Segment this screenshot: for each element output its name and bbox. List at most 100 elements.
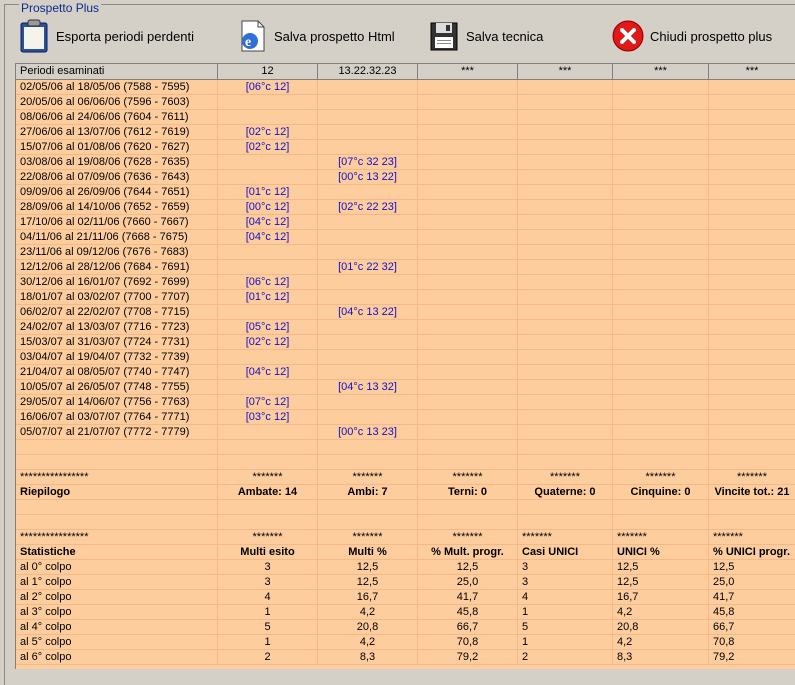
row-label-cell[interactable]: 08/06/06 al 24/06/06 (7604 - 7611) bbox=[16, 110, 218, 125]
row-label-cell[interactable] bbox=[16, 440, 218, 455]
grid-cell[interactable]: 45,8 bbox=[418, 605, 518, 620]
grid-cell[interactable]: 20,8 bbox=[613, 620, 709, 635]
grid-cell[interactable] bbox=[418, 380, 518, 395]
row-label-cell[interactable]: al 3° colpo bbox=[16, 605, 218, 620]
row-label-cell[interactable]: 03/08/06 al 19/08/06 (7628 - 7635) bbox=[16, 155, 218, 170]
column-header[interactable]: *** bbox=[418, 64, 518, 79]
grid-cell[interactable]: [04°c 12] bbox=[218, 215, 318, 230]
row-label-cell[interactable]: 15/07/06 al 01/08/06 (7620 - 7627) bbox=[16, 140, 218, 155]
grid-cell[interactable] bbox=[418, 155, 518, 170]
grid-cell[interactable] bbox=[709, 110, 795, 125]
grid-cell[interactable]: ******* bbox=[418, 530, 518, 545]
grid-cell[interactable] bbox=[418, 185, 518, 200]
grid-cell[interactable] bbox=[518, 410, 613, 425]
grid-cell[interactable]: 66,7 bbox=[418, 620, 518, 635]
row-label-cell[interactable]: 22/08/06 al 07/09/06 (7636 - 7643) bbox=[16, 170, 218, 185]
grid-cell[interactable]: [04°c 13 22] bbox=[318, 305, 418, 320]
grid-cell[interactable] bbox=[418, 305, 518, 320]
grid-cell[interactable]: ******* bbox=[709, 530, 795, 545]
grid-cell[interactable]: 3 bbox=[218, 575, 318, 590]
grid-cell[interactable] bbox=[318, 335, 418, 350]
grid-cell[interactable]: 41,7 bbox=[709, 590, 795, 605]
row-label-cell[interactable]: Riepilogo bbox=[16, 485, 218, 500]
grid-cell[interactable] bbox=[613, 365, 709, 380]
row-label-cell[interactable]: 23/11/06 al 09/12/06 (7676 - 7683) bbox=[16, 245, 218, 260]
grid-cell[interactable] bbox=[218, 305, 318, 320]
grid-cell[interactable]: Multi esito bbox=[218, 545, 318, 560]
grid-cell[interactable]: 1 bbox=[518, 605, 613, 620]
grid-cell[interactable] bbox=[518, 245, 613, 260]
grid-cell[interactable]: [03°c 12] bbox=[218, 410, 318, 425]
grid-cell[interactable]: 12,5 bbox=[613, 575, 709, 590]
grid-cell[interactable] bbox=[318, 455, 418, 470]
column-header[interactable]: *** bbox=[709, 64, 795, 79]
grid-cell[interactable] bbox=[218, 350, 318, 365]
column-header[interactable]: *** bbox=[613, 64, 709, 79]
grid-cell[interactable] bbox=[418, 170, 518, 185]
row-label-cell[interactable]: al 2° colpo bbox=[16, 590, 218, 605]
grid-cell[interactable] bbox=[518, 290, 613, 305]
grid-cell[interactable]: ******* bbox=[709, 470, 795, 485]
grid-cell[interactable] bbox=[613, 290, 709, 305]
row-label-cell[interactable]: 27/06/06 al 13/07/06 (7612 - 7619) bbox=[16, 125, 218, 140]
grid-cell[interactable] bbox=[613, 110, 709, 125]
grid-cell[interactable] bbox=[709, 455, 795, 470]
grid-cell[interactable] bbox=[518, 500, 613, 515]
grid-cell[interactable]: 79,2 bbox=[418, 650, 518, 665]
grid-cell[interactable]: 79,2 bbox=[709, 650, 795, 665]
grid-cell[interactable] bbox=[709, 320, 795, 335]
grid-cell[interactable]: 12,5 bbox=[613, 560, 709, 575]
grid-cell[interactable]: 4,2 bbox=[613, 605, 709, 620]
grid-cell[interactable]: ******* bbox=[418, 470, 518, 485]
grid-cell[interactable] bbox=[518, 230, 613, 245]
grid-cell[interactable] bbox=[318, 290, 418, 305]
grid-cell[interactable]: [07°c 12] bbox=[218, 395, 318, 410]
grid-cell[interactable]: Ambi: 7 bbox=[318, 485, 418, 500]
grid-cell[interactable] bbox=[518, 215, 613, 230]
grid-cell[interactable] bbox=[709, 440, 795, 455]
grid-cell[interactable] bbox=[709, 365, 795, 380]
grid-cell[interactable] bbox=[613, 260, 709, 275]
column-header[interactable]: 13.22.32.23 bbox=[318, 64, 418, 79]
row-label-cell[interactable]: al 1° colpo bbox=[16, 575, 218, 590]
row-label-cell[interactable]: 10/05/07 al 26/05/07 (7748 - 7755) bbox=[16, 380, 218, 395]
grid-cell[interactable] bbox=[709, 230, 795, 245]
grid-cell[interactable] bbox=[418, 245, 518, 260]
grid-cell[interactable] bbox=[613, 440, 709, 455]
grid-cell[interactable]: [04°c 13 32] bbox=[318, 380, 418, 395]
grid-cell[interactable] bbox=[318, 410, 418, 425]
row-label-cell[interactable]: 29/05/07 al 14/06/07 (7756 - 7763) bbox=[16, 395, 218, 410]
grid-cell[interactable] bbox=[518, 515, 613, 530]
grid-cell[interactable] bbox=[709, 260, 795, 275]
grid-cell[interactable]: ******* bbox=[218, 470, 318, 485]
grid-cell[interactable] bbox=[318, 245, 418, 260]
row-label-cell[interactable]: al 4° colpo bbox=[16, 620, 218, 635]
grid-cell[interactable] bbox=[218, 155, 318, 170]
grid-cell[interactable]: 4,2 bbox=[318, 635, 418, 650]
grid-cell[interactable] bbox=[518, 425, 613, 440]
column-header[interactable]: *** bbox=[518, 64, 613, 79]
grid-cell[interactable]: [01°c 22 32] bbox=[318, 260, 418, 275]
grid-cell[interactable] bbox=[518, 380, 613, 395]
grid-cell[interactable]: 5 bbox=[218, 620, 318, 635]
grid-cell[interactable] bbox=[613, 350, 709, 365]
grid-cell[interactable] bbox=[709, 245, 795, 260]
grid-cell[interactable]: ******* bbox=[613, 470, 709, 485]
grid-cell[interactable] bbox=[218, 515, 318, 530]
grid-cell[interactable] bbox=[613, 515, 709, 530]
row-label-cell[interactable]: al 5° colpo bbox=[16, 635, 218, 650]
grid-cell[interactable]: [06°c 12] bbox=[218, 275, 318, 290]
grid-cell[interactable] bbox=[418, 230, 518, 245]
row-label-cell[interactable]: **************** bbox=[16, 470, 218, 485]
grid-cell[interactable]: [02°c 12] bbox=[218, 335, 318, 350]
grid-cell[interactable] bbox=[218, 380, 318, 395]
grid-cell[interactable] bbox=[318, 515, 418, 530]
grid-cell[interactable] bbox=[518, 140, 613, 155]
grid-cell[interactable]: 4,2 bbox=[318, 605, 418, 620]
grid-cell[interactable]: [01°c 12] bbox=[218, 185, 318, 200]
grid-cell[interactable] bbox=[709, 155, 795, 170]
grid-cell[interactable]: 8,3 bbox=[318, 650, 418, 665]
grid-cell[interactable]: 2 bbox=[518, 650, 613, 665]
grid-cell[interactable] bbox=[418, 110, 518, 125]
grid-cell[interactable] bbox=[218, 500, 318, 515]
